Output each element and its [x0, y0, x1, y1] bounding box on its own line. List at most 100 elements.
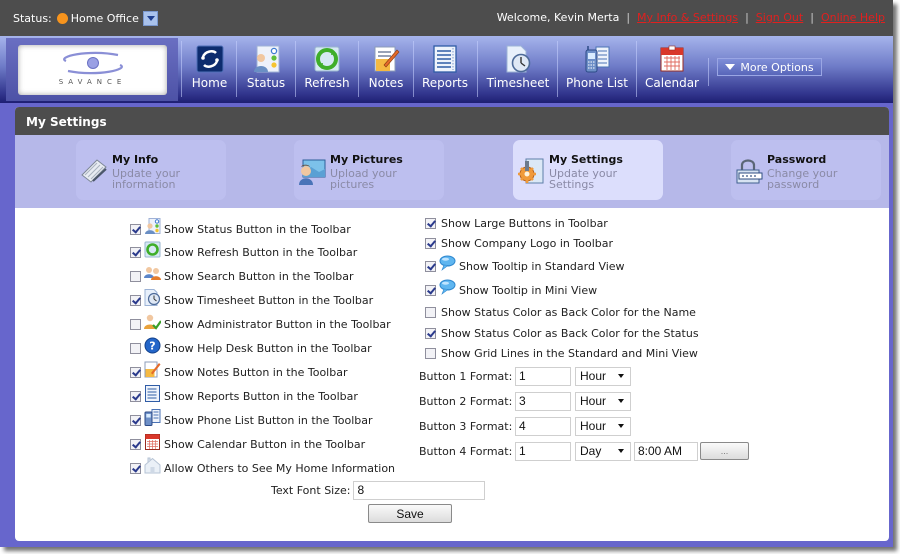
toolbar-divider [358, 41, 359, 97]
setting-checkbox[interactable] [130, 366, 141, 378]
toolbar-button-label: Timesheet [486, 76, 550, 90]
font-size-input[interactable]: 8 [353, 480, 486, 500]
select-value: Hour [580, 394, 607, 408]
toolbar-phone-list-button[interactable]: Phone List [563, 40, 631, 98]
toolbar-button-label: Phone List [566, 76, 628, 90]
padlock-icon [736, 159, 763, 184]
tab-my-settings[interactable]: My Settings Update your Settings [513, 140, 663, 200]
logo-area: SAVANCE [6, 38, 178, 101]
button-1-format-value-input[interactable]: 1 [515, 366, 571, 386]
toolbar-refresh-button[interactable]: Refresh [300, 40, 354, 98]
setting-checkbox[interactable] [425, 306, 436, 318]
setting-option: Show Administrator Button in the Toolbar [130, 313, 391, 335]
select-value: Hour [580, 419, 607, 433]
button-4-time-input[interactable]: 8:00 AM [634, 441, 698, 461]
time-picker-button[interactable]: ... [700, 442, 749, 460]
refresh-icon [314, 46, 340, 72]
button-1-format-row: Button 1 Format: 1 Hour [419, 366, 631, 386]
save-button[interactable]: Save [368, 504, 452, 523]
button-2-format-unit-select[interactable]: Hour [575, 391, 631, 411]
setting-option: Show Large Buttons in Toolbar [425, 213, 608, 233]
button-format-label: Button 2 Format: [419, 394, 513, 408]
setting-option: Show Status Color as Back Color for the … [425, 302, 696, 322]
company-logo[interactable]: SAVANCE [18, 45, 167, 95]
setting-label: Show Large Buttons in Toolbar [441, 216, 608, 230]
setting-option: Show Tooltip in Mini View [425, 279, 597, 300]
button-4-format-value-input[interactable]: 1 [515, 441, 571, 461]
button-3-format-value-input[interactable]: 4 [515, 416, 571, 436]
toolbar-reports-button[interactable]: Reports [418, 40, 472, 98]
toolbar-timesheet-button[interactable]: Timesheet [482, 40, 554, 98]
my-info-settings-link[interactable]: My Info & Settings [637, 11, 738, 24]
status-selector[interactable]: Status: Home Office [13, 11, 158, 26]
panel-title: My Settings [15, 107, 889, 135]
setting-label: Show Help Desk Button in the Toolbar [164, 342, 372, 355]
tooltip-icon [439, 255, 456, 272]
toolbar-divider [236, 41, 237, 97]
tab-my-pictures[interactable]: My Pictures Upload your pictures [294, 140, 444, 200]
toolbar-button-label: Reports [421, 76, 469, 90]
tab-my-info[interactable]: My Info Update your information [76, 140, 226, 200]
online-help-link[interactable]: Online Help [821, 11, 885, 24]
more-options-button[interactable]: More Options [717, 58, 822, 76]
tab-password[interactable]: Password Change your password [731, 140, 881, 200]
calendar-icon [144, 433, 161, 450]
setting-checkbox[interactable] [130, 438, 141, 450]
settings-tabs: My Info Update your information My Pictu… [15, 135, 889, 208]
setting-checkbox[interactable] [425, 237, 436, 249]
tab-title: My Pictures [330, 153, 403, 166]
setting-checkbox[interactable] [130, 223, 141, 235]
setting-checkbox[interactable] [130, 462, 141, 474]
triangle-down-icon [725, 64, 736, 70]
setting-checkbox[interactable] [425, 347, 436, 359]
my-settings-icon [518, 158, 544, 184]
setting-option: Show Calendar Button in the Toolbar [130, 433, 365, 454]
setting-checkbox[interactable] [425, 217, 436, 229]
phone-list-icon [144, 408, 161, 426]
setting-label: Show Company Logo in Toolbar [441, 236, 614, 250]
setting-option: Show Notes Button in the Toolbar [130, 361, 347, 382]
toolbar-button-label: Home [191, 76, 228, 90]
toolbar-notes-button[interactable]: Notes [363, 40, 409, 98]
welcome-text: Welcome, Kevin Merta [496, 11, 620, 24]
button-3-format-unit-select[interactable]: Hour [575, 416, 631, 436]
button-4-format-unit-select[interactable]: Day [575, 441, 631, 461]
status-color-dot-icon [56, 13, 68, 24]
button-1-format-unit-select[interactable]: Hour [575, 366, 631, 386]
setting-label: Show Timesheet Button in the Toolbar [164, 294, 374, 308]
tab-subtitle: Change your password [767, 167, 838, 191]
caret-down-icon [618, 424, 624, 428]
tooltip-icon [439, 279, 456, 296]
my-info-icon [81, 159, 107, 183]
setting-checkbox[interactable] [425, 260, 436, 272]
setting-checkbox[interactable] [425, 327, 436, 339]
setting-checkbox[interactable] [130, 271, 141, 283]
toolbar-calendar-button[interactable]: Calendar [641, 40, 703, 98]
setting-label: Show Status Color as Back Color for the … [441, 305, 696, 319]
status-dropdown-chevron-icon[interactable] [142, 11, 158, 26]
button-format-label: Button 4 Format: [419, 444, 513, 458]
setting-option: Show Tooltip in Standard View [425, 255, 625, 276]
setting-checkbox[interactable] [130, 319, 141, 331]
toolbar-divider [413, 41, 414, 97]
setting-checkbox[interactable] [130, 390, 141, 402]
status-icon [254, 45, 280, 73]
button-2-format-value-input[interactable]: 3 [515, 391, 571, 411]
separator: | [745, 11, 749, 24]
setting-option: Show Phone List Button in the Toolbar [130, 408, 373, 430]
toolbar-status-button[interactable]: Status [240, 40, 292, 98]
setting-checkbox[interactable] [425, 284, 436, 296]
setting-checkbox[interactable] [130, 247, 141, 259]
status-label: Status: [13, 12, 52, 25]
sign-out-link[interactable]: Sign Out [756, 11, 803, 24]
toolbar-home-button[interactable]: Home [186, 40, 233, 98]
setting-checkbox[interactable] [130, 414, 141, 426]
setting-checkbox[interactable] [130, 343, 141, 354]
administrator-icon [144, 313, 162, 330]
toolbar-divider [557, 41, 558, 97]
separator: | [626, 11, 631, 24]
button-format-label: Button 1 Format: [419, 369, 513, 383]
setting-label: Show Reports Button in the Toolbar [164, 389, 358, 403]
setting-checkbox[interactable] [130, 295, 141, 307]
setting-option: Show Status Button in the Toolbar [130, 217, 351, 239]
